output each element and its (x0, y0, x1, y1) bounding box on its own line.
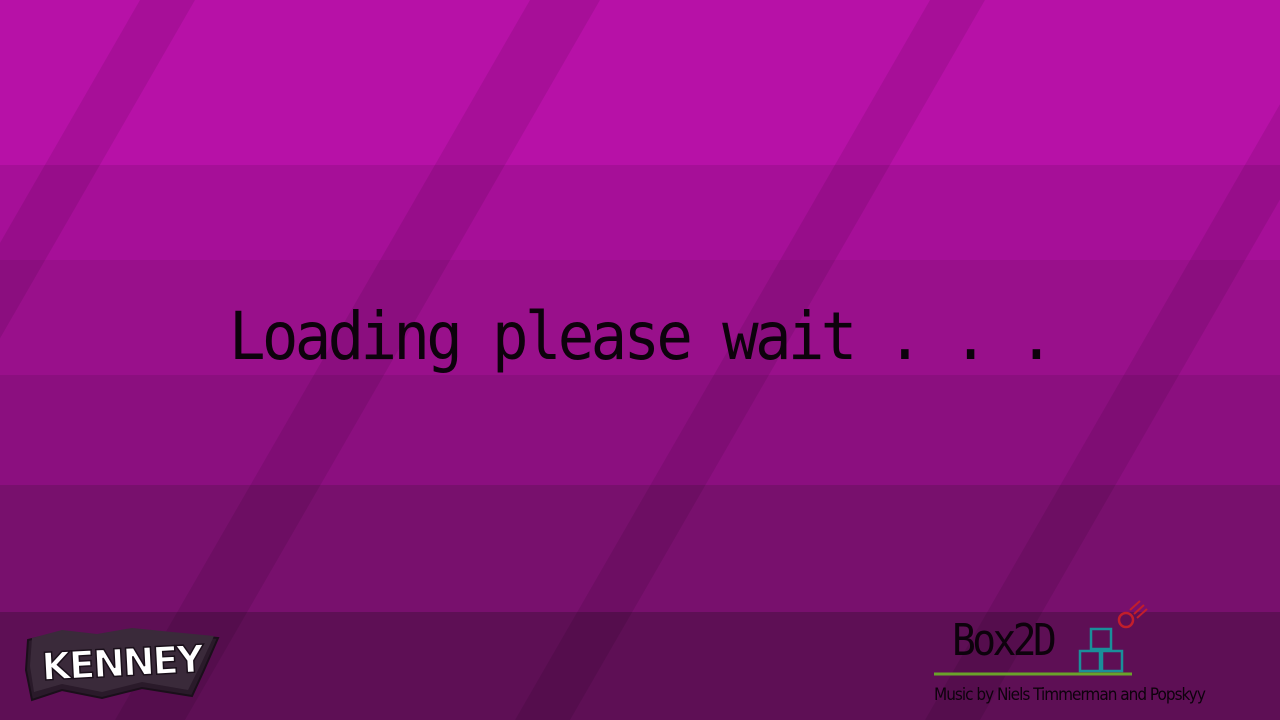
kenney-logo-text: KENNEY (41, 637, 206, 689)
music-credit: Music by Niels Timmerman and Popskyy (934, 685, 1206, 705)
kenney-logo-icon: KENNEY (24, 628, 220, 702)
kenney-logo: KENNEY (22, 626, 222, 702)
loading-message: Loading please wait . . . (229, 298, 1055, 375)
box2d-logo-text: Box2D (952, 615, 1057, 666)
box2d-logo: Box2D (930, 596, 1160, 680)
loading-screen: Loading please wait . . . KENNEY Box2D M… (0, 0, 1280, 720)
